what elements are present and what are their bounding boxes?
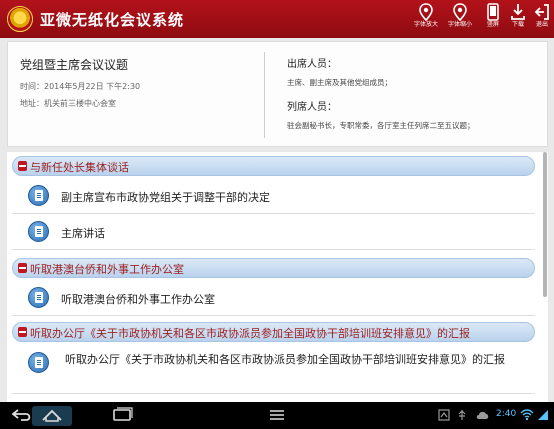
agenda-item[interactable]: 主席讲话 <box>12 214 535 250</box>
agenda-item[interactable]: 副主席宣布市政协党组关于调整干部的决定 <box>12 178 535 214</box>
usb-icon <box>458 410 466 420</box>
meeting-info-card: 党组暨主席会议议题 时间：2014年5月22日 下午2:30 地址：机关前三楼中… <box>7 41 548 147</box>
notification-icon <box>438 409 450 421</box>
section-title: 听取办公厅《关于市政协机关和各区市政协派员参加全国政协干部培训班安排意见》的汇报 <box>30 327 470 340</box>
status-clock: 2:40 <box>496 409 517 419</box>
meeting-title: 党组暨主席会议议题 <box>20 58 129 72</box>
agenda-section-header[interactable]: 听取办公厅《关于市政协机关和各区市政协派员参加全国政协干部培训班安排意见》的汇报 <box>12 322 535 342</box>
agenda-item-title: 听取港澳台侨和外事工作办公室 <box>61 293 215 306</box>
section-title: 听取港澳台侨和外事工作办公室 <box>30 263 184 276</box>
attendees-text: 主席、副主席及其他党组成员； <box>287 78 392 87</box>
document-icon <box>28 287 49 308</box>
observers-text: 驻会副秘书长，专职常委，各厅室主任列席二至五议题； <box>287 121 475 130</box>
scrollbar-thumb[interactable] <box>543 152 547 297</box>
back-arrow-icon <box>11 409 31 421</box>
agenda-item-title: 听取办公厅《关于市政协机关和各区市政协派员参加全国政协干部培训班安排意见》的汇报 <box>65 353 505 366</box>
recent-apps-button[interactable] <box>102 406 142 426</box>
meeting-time: 时间：2014年5月22日 下午2:30 <box>20 82 141 91</box>
app-header: 亚微无纸化会议系统 字体放大 字体缩小 竖屏 下载 退出 <box>0 0 554 38</box>
home-button[interactable] <box>32 406 72 426</box>
section-bullet-icon <box>18 263 27 273</box>
battery-icon <box>538 410 548 420</box>
attendees-label: 出席人员： <box>287 59 337 70</box>
agenda-item-title: 主席讲话 <box>61 227 105 240</box>
home-icon <box>42 409 62 422</box>
menu-icon <box>270 410 284 420</box>
section-title: 与新任处长集体谈话 <box>30 161 129 174</box>
wifi-icon <box>520 409 534 421</box>
section-bullet-icon <box>18 161 27 171</box>
exit-button[interactable]: 退出 <box>522 3 554 37</box>
agenda-section-header[interactable]: 听取港澳台侨和外事工作办公室 <box>12 258 535 278</box>
map-pin-icon <box>419 3 433 21</box>
agenda-section-header[interactable]: 与新任处长集体谈话 <box>12 156 535 176</box>
agenda-item[interactable]: 听取办公厅《关于市政协机关和各区市政协派员参加全国政协干部培训班安排意见》的汇报 <box>12 344 535 394</box>
app-title: 亚微无纸化会议系统 <box>40 11 185 29</box>
agenda-list[interactable]: 与新任处长集体谈话 副主席宣布市政协党组关于调整干部的决定 主席讲话 听取港澳台… <box>7 152 548 402</box>
agenda-item[interactable]: 听取港澳台侨和外事工作办公室 <box>12 280 535 316</box>
map-pin-icon <box>453 3 467 21</box>
observers-label: 列席人员： <box>287 102 337 113</box>
divider <box>264 52 265 138</box>
meeting-address: 地址：机关前三楼中心会室 <box>20 99 116 108</box>
menu-button[interactable] <box>257 406 297 426</box>
document-icon <box>28 352 49 373</box>
exit-icon <box>534 4 549 20</box>
section-bullet-icon <box>18 327 27 337</box>
agenda-item-title: 副主席宣布市政协党组关于调整干部的决定 <box>61 191 270 204</box>
system-nav-bar: 2:40 <box>0 402 554 429</box>
recent-apps-icon <box>113 407 133 421</box>
document-icon <box>28 185 49 206</box>
emblem-logo <box>7 6 33 32</box>
exit-label: 退出 <box>535 21 548 28</box>
document-icon <box>28 221 49 242</box>
cloud-icon <box>476 411 489 419</box>
